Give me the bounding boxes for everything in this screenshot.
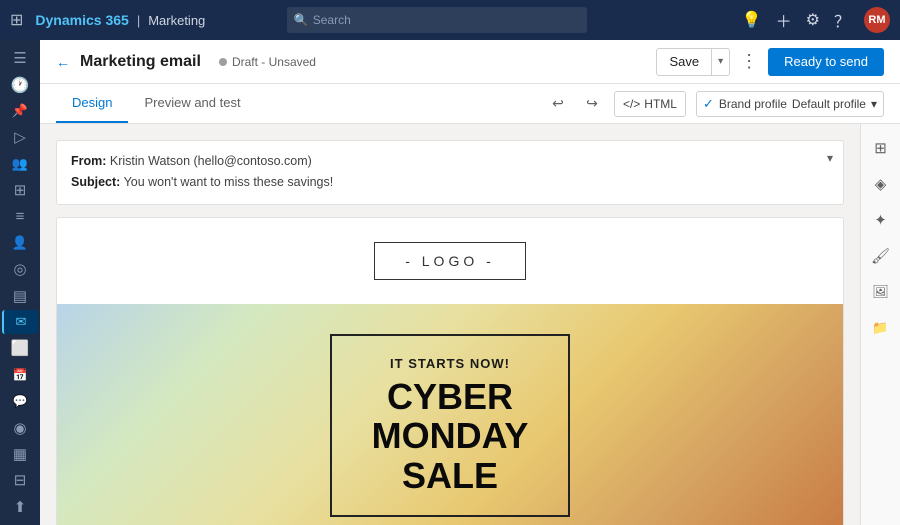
from-label: From: [71, 154, 106, 168]
brand-logo: Dynamics 365 [35, 12, 128, 28]
save-dropdown-arrow[interactable]: ▾ [712, 49, 729, 75]
sidebar-globe[interactable]: ◎ [2, 257, 38, 281]
email-canvas[interactable]: From: Kristin Watson (hello@contoso.com)… [40, 124, 860, 525]
settings-icon[interactable]: ⚙ [806, 10, 820, 30]
more-options-button[interactable]: ⋮ [736, 51, 762, 72]
draft-status-text: Draft - Unsaved [232, 55, 316, 69]
html-button[interactable]: </> HTML [614, 91, 686, 117]
sidebar-person[interactable]: 👤 [2, 231, 38, 255]
right-panel: ⊞ ◈ ✦ 🖌 🖼 📁 [860, 124, 900, 525]
brand-profile-label: Brand profile [719, 97, 787, 111]
ready-to-send-button[interactable]: Ready to send [768, 48, 884, 76]
hero-title-line1: CYBER [387, 376, 513, 417]
html-label: HTML [644, 97, 677, 111]
search-icon: 🔍 [294, 13, 309, 27]
sidebar-pin[interactable]: 📌 [2, 99, 38, 123]
logo-placeholder: - LOGO - [374, 242, 526, 280]
sidebar-email[interactable]: ✉ [2, 310, 38, 334]
sidebar-segments[interactable]: ⊞ [2, 178, 38, 202]
sidebar: ☰ 🕐 📌 ▷ 👥 ⊞ ≡ 👤 ◎ ▤ ✉ ⬜ 📅 💬 ◉ ▦ ⊟ ⬆ [0, 40, 40, 525]
brand-profile-value: Default profile [792, 97, 866, 111]
right-panel-elements[interactable]: ◈ [865, 168, 897, 200]
brand-divider: | [137, 13, 140, 28]
sidebar-upload[interactable]: ⬆ [2, 495, 38, 519]
main-layout: ☰ 🕐 📌 ▷ 👥 ⊞ ≡ 👤 ◎ ▤ ✉ ⬜ 📅 💬 ◉ ▦ ⊟ ⬆ ← Ma… [0, 40, 900, 525]
grid-icon[interactable]: ⊞ [10, 10, 23, 30]
bulb-icon[interactable]: 💡 [742, 10, 762, 30]
redo-button[interactable]: ↪ [580, 92, 604, 116]
sidebar-analytics[interactable]: ◉ [2, 415, 38, 439]
html-code-icon: </> [623, 97, 640, 111]
topbar: ⊞ Dynamics 365 | Marketing 🔍 💡 ＋ ⚙ ？ RM [0, 0, 900, 40]
sidebar-pages[interactable]: ▤ [2, 284, 38, 308]
sidebar-contacts[interactable]: 👥 [2, 152, 38, 176]
brand-profile-chevron: ▾ [871, 97, 877, 111]
tabs-right: ↩ ↪ </> HTML ✓ Brand profile Default pro… [546, 84, 884, 123]
sidebar-recent[interactable]: 🕐 [2, 72, 38, 96]
tabs-left: Design Preview and test [56, 84, 257, 123]
hero-subtitle: IT STARTS NOW! [372, 356, 529, 371]
sidebar-forms[interactable]: ⬜ [2, 336, 38, 360]
hero-inner: IT STARTS NOW! CYBER MONDAY SALE [330, 334, 571, 518]
page-title: Marketing email [80, 53, 201, 71]
right-panel-assets[interactable]: 📁 [865, 312, 897, 344]
right-panel-images[interactable]: 🖼 [865, 276, 897, 308]
right-panel-layout[interactable]: ⊞ [865, 132, 897, 164]
hero-title: CYBER MONDAY SALE [372, 377, 529, 496]
from-value: Kristin Watson (hello@contoso.com) [110, 154, 312, 168]
sidebar-play[interactable]: ▷ [2, 125, 38, 149]
save-label: Save [657, 49, 712, 75]
help-icon[interactable]: ？ [834, 8, 850, 32]
hero-title-line2: MONDAY [372, 415, 529, 456]
tab-design[interactable]: Design [56, 84, 128, 123]
right-panel-styles[interactable]: 🖌 [865, 240, 897, 272]
content-area: ← Marketing email Draft - Unsaved Save ▾… [40, 40, 900, 525]
undo-button[interactable]: ↩ [546, 92, 570, 116]
subject-label: Subject: [71, 175, 120, 189]
search-input[interactable] [287, 7, 587, 33]
hero-title-line3: SALE [402, 455, 498, 496]
draft-badge: Draft - Unsaved [219, 55, 316, 69]
email-meta: From: Kristin Watson (hello@contoso.com)… [56, 140, 844, 205]
sidebar-calendar[interactable]: 📅 [2, 363, 38, 387]
email-body: - LOGO - IT STARTS NOW! CYBER MONDAY SAL… [56, 217, 844, 525]
right-panel-sparkle[interactable]: ✦ [865, 204, 897, 236]
plus-icon[interactable]: ＋ [776, 8, 792, 32]
meta-expand-button[interactable]: ▾ [827, 151, 833, 165]
brand-profile-icon: ✓ [703, 96, 714, 112]
sidebar-library[interactable]: ▦ [2, 442, 38, 466]
logo-section[interactable]: - LOGO - [57, 218, 843, 304]
sidebar-hamburger[interactable]: ☰ [2, 46, 38, 70]
sidebar-lists[interactable]: ≡ [2, 204, 38, 228]
topbar-actions: 💡 ＋ ⚙ ？ RM [742, 7, 890, 33]
save-button[interactable]: Save ▾ [656, 48, 730, 76]
back-button[interactable]: ← [56, 54, 70, 70]
editor-wrapper: From: Kristin Watson (hello@contoso.com)… [40, 124, 900, 525]
sidebar-events[interactable]: ⊟ [2, 468, 38, 492]
page-header: ← Marketing email Draft - Unsaved Save ▾… [40, 40, 900, 84]
brand-profile-selector[interactable]: ✓ Brand profile Default profile ▾ [696, 91, 884, 117]
draft-dot [219, 58, 227, 66]
header-actions: Save ▾ ⋮ Ready to send [656, 48, 884, 76]
brand-app: Marketing [148, 13, 205, 28]
search-container: 🔍 [287, 7, 587, 33]
sidebar-chat[interactable]: 💬 [2, 389, 38, 413]
brand: Dynamics 365 | Marketing [35, 12, 205, 28]
tabs-bar: Design Preview and test ↩ ↪ </> HTML ✓ B… [40, 84, 900, 124]
subject-value: You won't want to miss these savings! [124, 175, 334, 189]
avatar[interactable]: RM [864, 7, 890, 33]
tab-preview[interactable]: Preview and test [128, 84, 256, 123]
hero-section[interactable]: IT STARTS NOW! CYBER MONDAY SALE [57, 304, 843, 525]
